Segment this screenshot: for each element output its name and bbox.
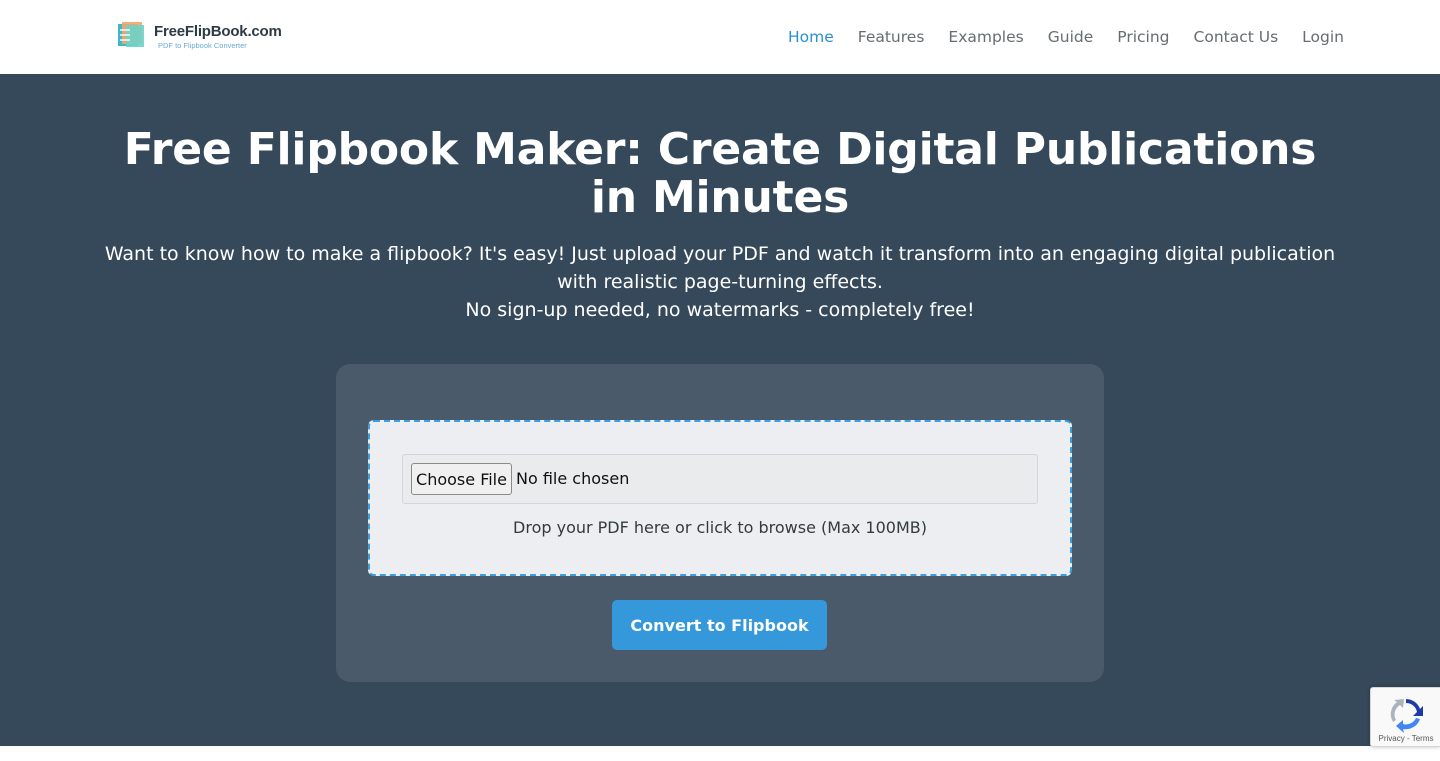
flipbook-logo-icon [118, 22, 144, 47]
nav-contact-us[interactable]: Contact Us [1194, 28, 1279, 46]
page-title: Free Flipbook Maker: Create Digital Publ… [123, 124, 1317, 223]
choose-file-button[interactable]: Choose File [411, 463, 512, 495]
convert-to-flipbook-button[interactable]: Convert to Flipbook [612, 600, 827, 650]
hero-section: Free Flipbook Maker: Create Digital Publ… [0, 74, 1440, 746]
site-header: FreeFlipBook.com PDF to Flipbook Convert… [0, 0, 1440, 74]
nav-guide[interactable]: Guide [1048, 28, 1094, 46]
drop-hint: Drop your PDF here or click to browse (M… [513, 518, 927, 537]
hero-note: No sign-up needed, no watermarks - compl… [465, 299, 975, 321]
file-status-text: No file chosen [516, 469, 630, 488]
nav-login[interactable]: Login [1302, 28, 1344, 46]
hero-description: Want to know how to make a flipbook? It'… [0, 240, 1440, 324]
logo-text: FreeFlipBook.com PDF to Flipbook Convert… [154, 19, 282, 51]
nav-pricing[interactable]: Pricing [1117, 28, 1169, 46]
logo-subtitle: PDF to Flipbook Converter [158, 41, 247, 50]
site-logo[interactable]: FreeFlipBook.com PDF to Flipbook Convert… [116, 18, 282, 52]
recaptcha-terms[interactable]: Privacy - Terms [1371, 734, 1440, 743]
logo-title: FreeFlipBook.com [154, 23, 282, 40]
recaptcha-badge[interactable]: Privacy - Terms [1370, 687, 1440, 747]
recaptcha-icon [1390, 699, 1423, 733]
file-input[interactable]: Choose File No file chosen [402, 454, 1038, 504]
upload-card: Choose File No file chosen Drop your PDF… [336, 364, 1104, 682]
hero-description-text: Want to know how to make a flipbook? It'… [104, 243, 1336, 293]
nav-examples[interactable]: Examples [948, 28, 1023, 46]
nav-home[interactable]: Home [788, 28, 834, 46]
main-nav: Home Features Examples Guide Pricing Con… [764, 0, 1344, 74]
pdf-dropzone[interactable]: Choose File No file chosen Drop your PDF… [368, 420, 1072, 576]
nav-features[interactable]: Features [858, 28, 925, 46]
